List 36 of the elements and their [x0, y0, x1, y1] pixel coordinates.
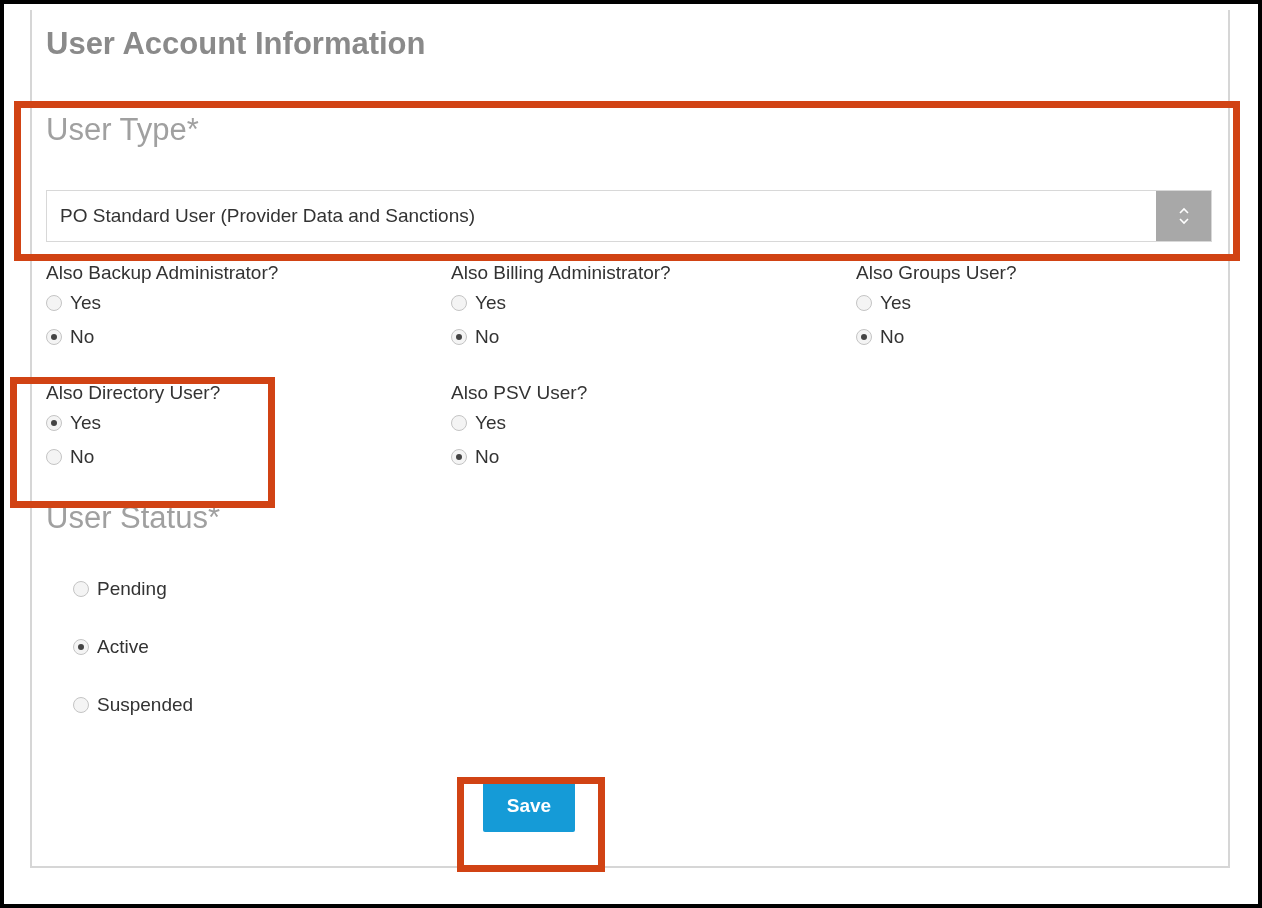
radio-button[interactable]	[73, 697, 89, 713]
field-heading: User Type*	[46, 111, 200, 149]
radio-button[interactable]	[451, 415, 467, 431]
radio-button[interactable]	[46, 415, 62, 431]
question-label: Also PSV User?	[451, 381, 589, 405]
radio-option[interactable]: Yes	[46, 410, 101, 436]
question-label: Also Billing Administrator?	[451, 261, 672, 285]
radio-button[interactable]	[856, 329, 872, 345]
radio-option[interactable]: Active	[73, 634, 149, 660]
section-title: User Account Information	[46, 25, 427, 63]
radio-button[interactable]	[46, 295, 62, 311]
radio-option[interactable]: Yes	[46, 290, 101, 316]
radio-option[interactable]: No	[46, 324, 95, 350]
radio-option[interactable]: Pending	[73, 576, 167, 602]
radio-button[interactable]	[451, 295, 467, 311]
chevron-updown-icon	[1177, 205, 1190, 227]
radio-button[interactable]	[73, 581, 89, 597]
question-label: Also Directory User?	[46, 381, 222, 405]
question-label: Also Backup Administrator?	[46, 261, 280, 285]
radio-button[interactable]	[73, 639, 89, 655]
radio-button[interactable]	[451, 329, 467, 345]
radio-option[interactable]: Yes	[856, 290, 911, 316]
radio-option[interactable]: No	[856, 324, 905, 350]
question-label: Also Groups User?	[856, 261, 1018, 285]
radio-option[interactable]: No	[46, 444, 95, 470]
radio-option[interactable]: No	[451, 444, 500, 470]
field-heading: User Status*	[46, 499, 221, 537]
radio-option[interactable]: No	[451, 324, 500, 350]
user-type-select[interactable]: PO Standard User (Provider Data and Sanctions)	[46, 190, 1212, 242]
radio-button[interactable]	[451, 449, 467, 465]
radio-option[interactable]: Yes	[451, 410, 506, 436]
radio-button[interactable]	[46, 329, 62, 345]
radio-button[interactable]	[856, 295, 872, 311]
radio-option[interactable]: Suspended	[73, 692, 194, 718]
radio-option[interactable]: Yes	[451, 290, 506, 316]
radio-button[interactable]	[46, 449, 62, 465]
